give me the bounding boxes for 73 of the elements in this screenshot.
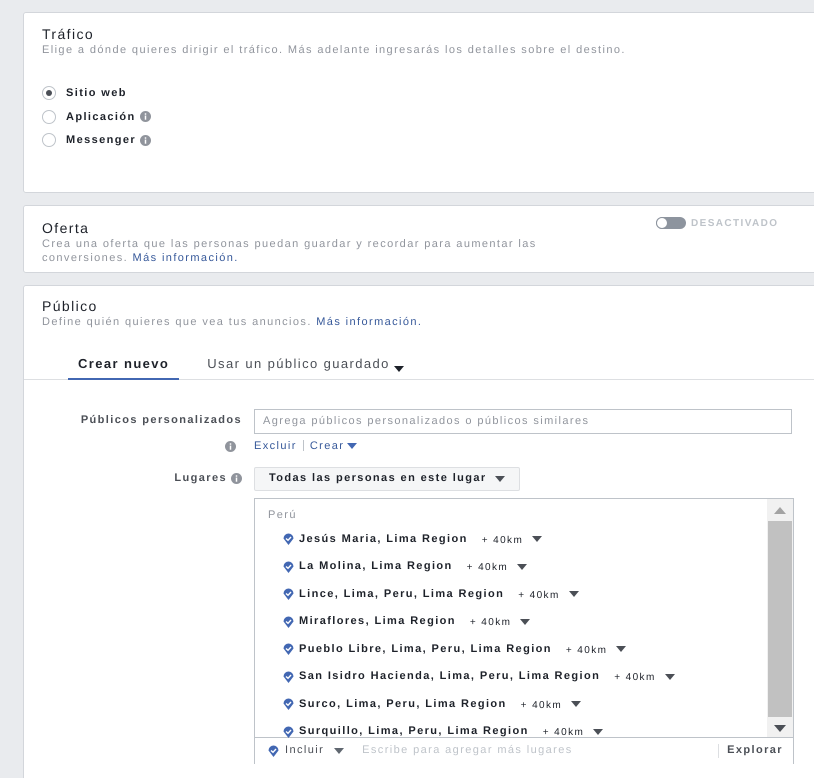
radio-button[interactable] (42, 86, 56, 100)
more-info-link[interactable]: Más información. (316, 316, 422, 328)
location-pin-icon (283, 698, 294, 710)
radius-dropdown[interactable]: + 40km (470, 613, 530, 630)
scroll-up-icon[interactable] (774, 506, 786, 514)
location-name: Miraflores, Lima Region (299, 614, 456, 630)
location-name: Surquillo, Lima, Peru, Lima Region (299, 724, 529, 740)
location-pin-icon (283, 643, 294, 655)
action-link[interactable]: Crear (310, 438, 358, 454)
option-label[interactable]: Aplicación (66, 108, 136, 125)
location-name: La Molina, Lima Region (299, 559, 453, 574)
caret-icon (593, 728, 604, 734)
caret-icon (532, 536, 542, 542)
explore-button[interactable]: Explorar (727, 742, 783, 759)
caret-icon (334, 748, 344, 754)
field-label: Lugares (174, 471, 227, 486)
more-info-link[interactable]: Más información. (132, 252, 239, 264)
location-name: Pueblo Libre, Lima, Peru, Lima Region (299, 642, 552, 657)
caret-icon (571, 701, 582, 707)
location-pin-icon (268, 744, 279, 756)
radio-button[interactable] (42, 133, 56, 148)
scroll-down-icon[interactable] (774, 724, 786, 732)
radius-dropdown[interactable]: + 40km (542, 723, 604, 740)
location-pin-icon (283, 560, 294, 572)
radius-dropdown[interactable]: + 40km (482, 530, 542, 548)
option-label[interactable]: Sitio web (66, 85, 127, 102)
caret-icon (568, 591, 579, 597)
radius-dropdown[interactable]: + 40km (466, 558, 528, 575)
toggle-label: DESACTIVADO (691, 216, 778, 230)
section-description: Crea una oferta que las personas puedan guardar y recordar para aumentar las conversiones. Más información. (42, 237, 538, 265)
input-field[interactable]: Agrega públicos personalizados o públicos similares (254, 408, 792, 434)
radio-button[interactable] (42, 110, 56, 124)
section-title: Tráfico (42, 26, 96, 43)
info-icon[interactable] (225, 440, 236, 452)
section-description: Define quién quieres que vea tus anuncios. Más información. (42, 315, 424, 329)
radius-dropdown[interactable]: + 40km (614, 668, 675, 685)
scroll-thumb[interactable] (768, 520, 792, 716)
info-icon[interactable] (140, 134, 152, 146)
toggle-switch[interactable] (656, 217, 686, 229)
caret-icon (616, 646, 626, 652)
location-pin-icon (283, 588, 294, 600)
group-label: Perú (268, 508, 298, 522)
location-pin-icon (283, 616, 294, 628)
location-name: San Isidro Hacienda, Lima, Peru, Lima Region (299, 669, 600, 684)
include-dropdown[interactable]: Incluir (268, 742, 344, 759)
section-description: Elige a dónde quieres dirigir el tráfico. Más adelante ingresarás los detalles sobre el destino. (42, 43, 627, 57)
caret-icon (520, 618, 530, 624)
caret-icon (664, 674, 675, 680)
location-input[interactable]: Escribe para agregar más lugares (362, 742, 718, 759)
location-pin-icon (283, 670, 294, 682)
scrollbar[interactable] (767, 498, 793, 736)
tab[interactable]: Crear nuevo (68, 354, 180, 380)
caret-icon (517, 564, 528, 570)
caret-icon (394, 366, 404, 372)
info-icon[interactable] (140, 111, 151, 122)
section-title: Público (42, 298, 99, 315)
location-name: Surco, Lima, Peru, Lima Region (299, 696, 507, 712)
tab[interactable]: Usar un público guardado (197, 354, 414, 380)
dropdown-button[interactable]: Todas las personas en este lugar (254, 466, 520, 490)
radius-dropdown[interactable]: + 40km (520, 696, 582, 712)
location-pin-icon (283, 533, 294, 545)
action-link[interactable]: Excluir (254, 438, 297, 454)
caret-icon (494, 476, 505, 482)
option-label[interactable]: Messenger (66, 132, 136, 148)
info-icon[interactable] (231, 473, 242, 484)
caret-icon (347, 442, 358, 449)
section-title: Oferta (42, 220, 90, 237)
radius-dropdown[interactable]: + 40km (518, 586, 579, 602)
field-label: Públicos personalizados (80, 413, 242, 428)
location-pin-icon (283, 726, 294, 738)
location-name: Jesús Maria, Lima Region (299, 532, 468, 547)
radius-dropdown[interactable]: + 40km (566, 640, 626, 658)
location-name: Lince, Lima, Peru, Lima Region (299, 586, 504, 602)
